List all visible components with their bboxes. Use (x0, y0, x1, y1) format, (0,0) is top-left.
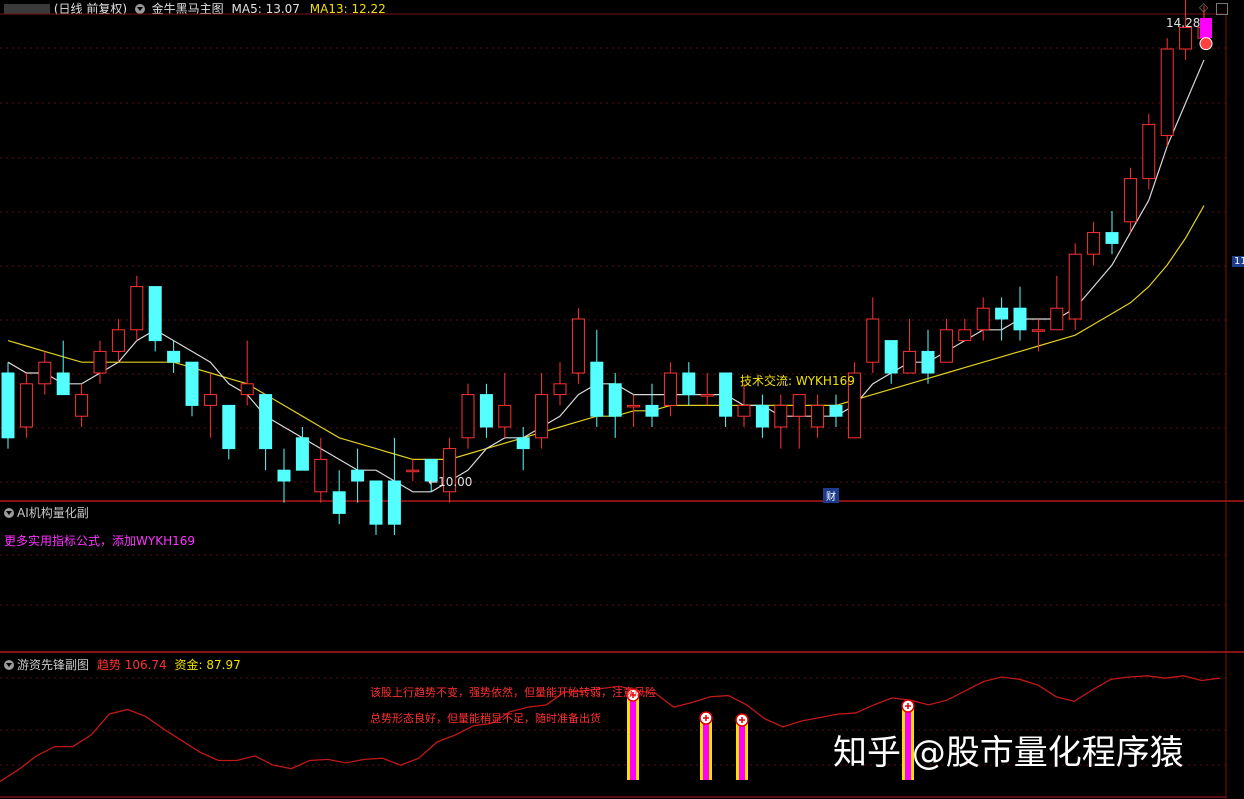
panel3-note-2: 总势形态良好，但量能稍显不足，随时准备出货 (370, 712, 601, 725)
candle-up (700, 394, 714, 397)
panel2-title[interactable]: AI机构量化副 (17, 506, 89, 520)
candle-down (755, 404, 769, 428)
candle-down (1105, 232, 1119, 244)
chart-canvas (0, 0, 1244, 799)
candle-up (498, 404, 512, 428)
candle-down (148, 286, 162, 342)
candle-down (259, 394, 273, 450)
candle-up (866, 318, 880, 363)
trend-label: 趋势 (96, 658, 121, 672)
candle-down (479, 394, 493, 428)
fund-value: 87.97 (206, 658, 241, 672)
candle-up (75, 394, 89, 417)
panel3-header: 游资先锋副图 趋势 106.74 资金: 87.97 (4, 656, 241, 673)
candle-up (1031, 329, 1045, 332)
candle-down (1, 372, 15, 439)
candle-down (56, 372, 70, 396)
price-low-value: 10.00 (438, 475, 473, 489)
candle-down (332, 491, 346, 514)
maximize-icon[interactable] (1216, 3, 1228, 15)
panel3-title[interactable]: 游资先锋副图 (17, 658, 89, 672)
candle-up (406, 469, 420, 473)
trend-value: 106.74 (124, 658, 167, 672)
signal-bar (1200, 18, 1212, 39)
candle-up (38, 361, 52, 385)
candle-down (608, 383, 622, 417)
candle-down (884, 340, 898, 374)
candle-up (1160, 48, 1174, 136)
candle-up (627, 404, 641, 408)
candle-up (203, 394, 217, 406)
candle-up (240, 383, 254, 396)
candle-up (792, 394, 806, 417)
signal-bar-inner (739, 720, 745, 780)
candle-up (19, 383, 33, 428)
panel2-dropdown-icon[interactable] (4, 508, 14, 518)
price-high-label: 14.28 (1166, 16, 1201, 30)
right-axis-price-tag: 11 (1232, 256, 1244, 267)
candle-down (590, 361, 604, 417)
price-low-label: ←10.00 (428, 475, 473, 489)
finance-event-badge[interactable]: 财 (823, 488, 839, 503)
candle-up (976, 307, 990, 331)
ma5-line (7, 59, 1205, 493)
candle-up (774, 404, 788, 428)
candle-up (130, 286, 144, 331)
candle-down (185, 361, 199, 406)
candle-down (645, 404, 659, 417)
candle-up (571, 318, 585, 374)
panel3-note-1: 该股上行趋势不变，强势依然，但量能开始转弱，注意风险 (370, 686, 656, 699)
candle-up (737, 404, 751, 417)
watermark: 知乎 @股市量化程序猿 (833, 733, 1184, 773)
candle-up (939, 329, 953, 363)
panel3-dropdown-icon[interactable] (4, 660, 14, 670)
ma13-line (7, 205, 1205, 460)
panel2-header: AI机构量化副 (4, 504, 89, 521)
signal-bar-inner (630, 695, 636, 780)
candle-down (719, 372, 733, 417)
candle-down (516, 437, 530, 450)
scroll-diamond-icon[interactable]: ◇ (1199, 0, 1208, 14)
panel2-promo-text: 更多实用指标公式，添加WYKH169 (4, 534, 195, 548)
candle-up (903, 350, 917, 374)
candle-down (167, 350, 181, 363)
candle-up (553, 383, 567, 396)
signal-dot (1199, 37, 1213, 51)
candle-up (1123, 178, 1137, 223)
candle-down (682, 372, 696, 396)
candle-down (829, 404, 843, 417)
candle-up (1068, 253, 1082, 320)
candle-down (921, 350, 935, 374)
candle-down (277, 469, 291, 482)
candle-up (93, 350, 107, 374)
candle-down (995, 307, 1009, 320)
candle-down (387, 480, 401, 525)
candle-down (222, 404, 236, 450)
candle-up (461, 394, 475, 439)
signal-bar-inner (703, 718, 709, 780)
candle-up (811, 404, 825, 428)
candle-up (958, 329, 972, 342)
candle-down (1013, 307, 1027, 331)
fund-label: 资金: (174, 658, 203, 672)
candle-up (663, 372, 677, 406)
candle-up (1087, 232, 1101, 255)
candle-up (111, 329, 125, 352)
candle-up (1050, 307, 1064, 331)
contact-label: 技术交流: WYKH169 (740, 374, 855, 388)
candle-down (351, 469, 365, 482)
candle-up (1179, 26, 1193, 50)
candle-up (1142, 124, 1156, 180)
candle-down (295, 437, 309, 471)
candle-up (314, 458, 328, 493)
candle-down (369, 480, 383, 525)
candle-up (535, 394, 549, 439)
